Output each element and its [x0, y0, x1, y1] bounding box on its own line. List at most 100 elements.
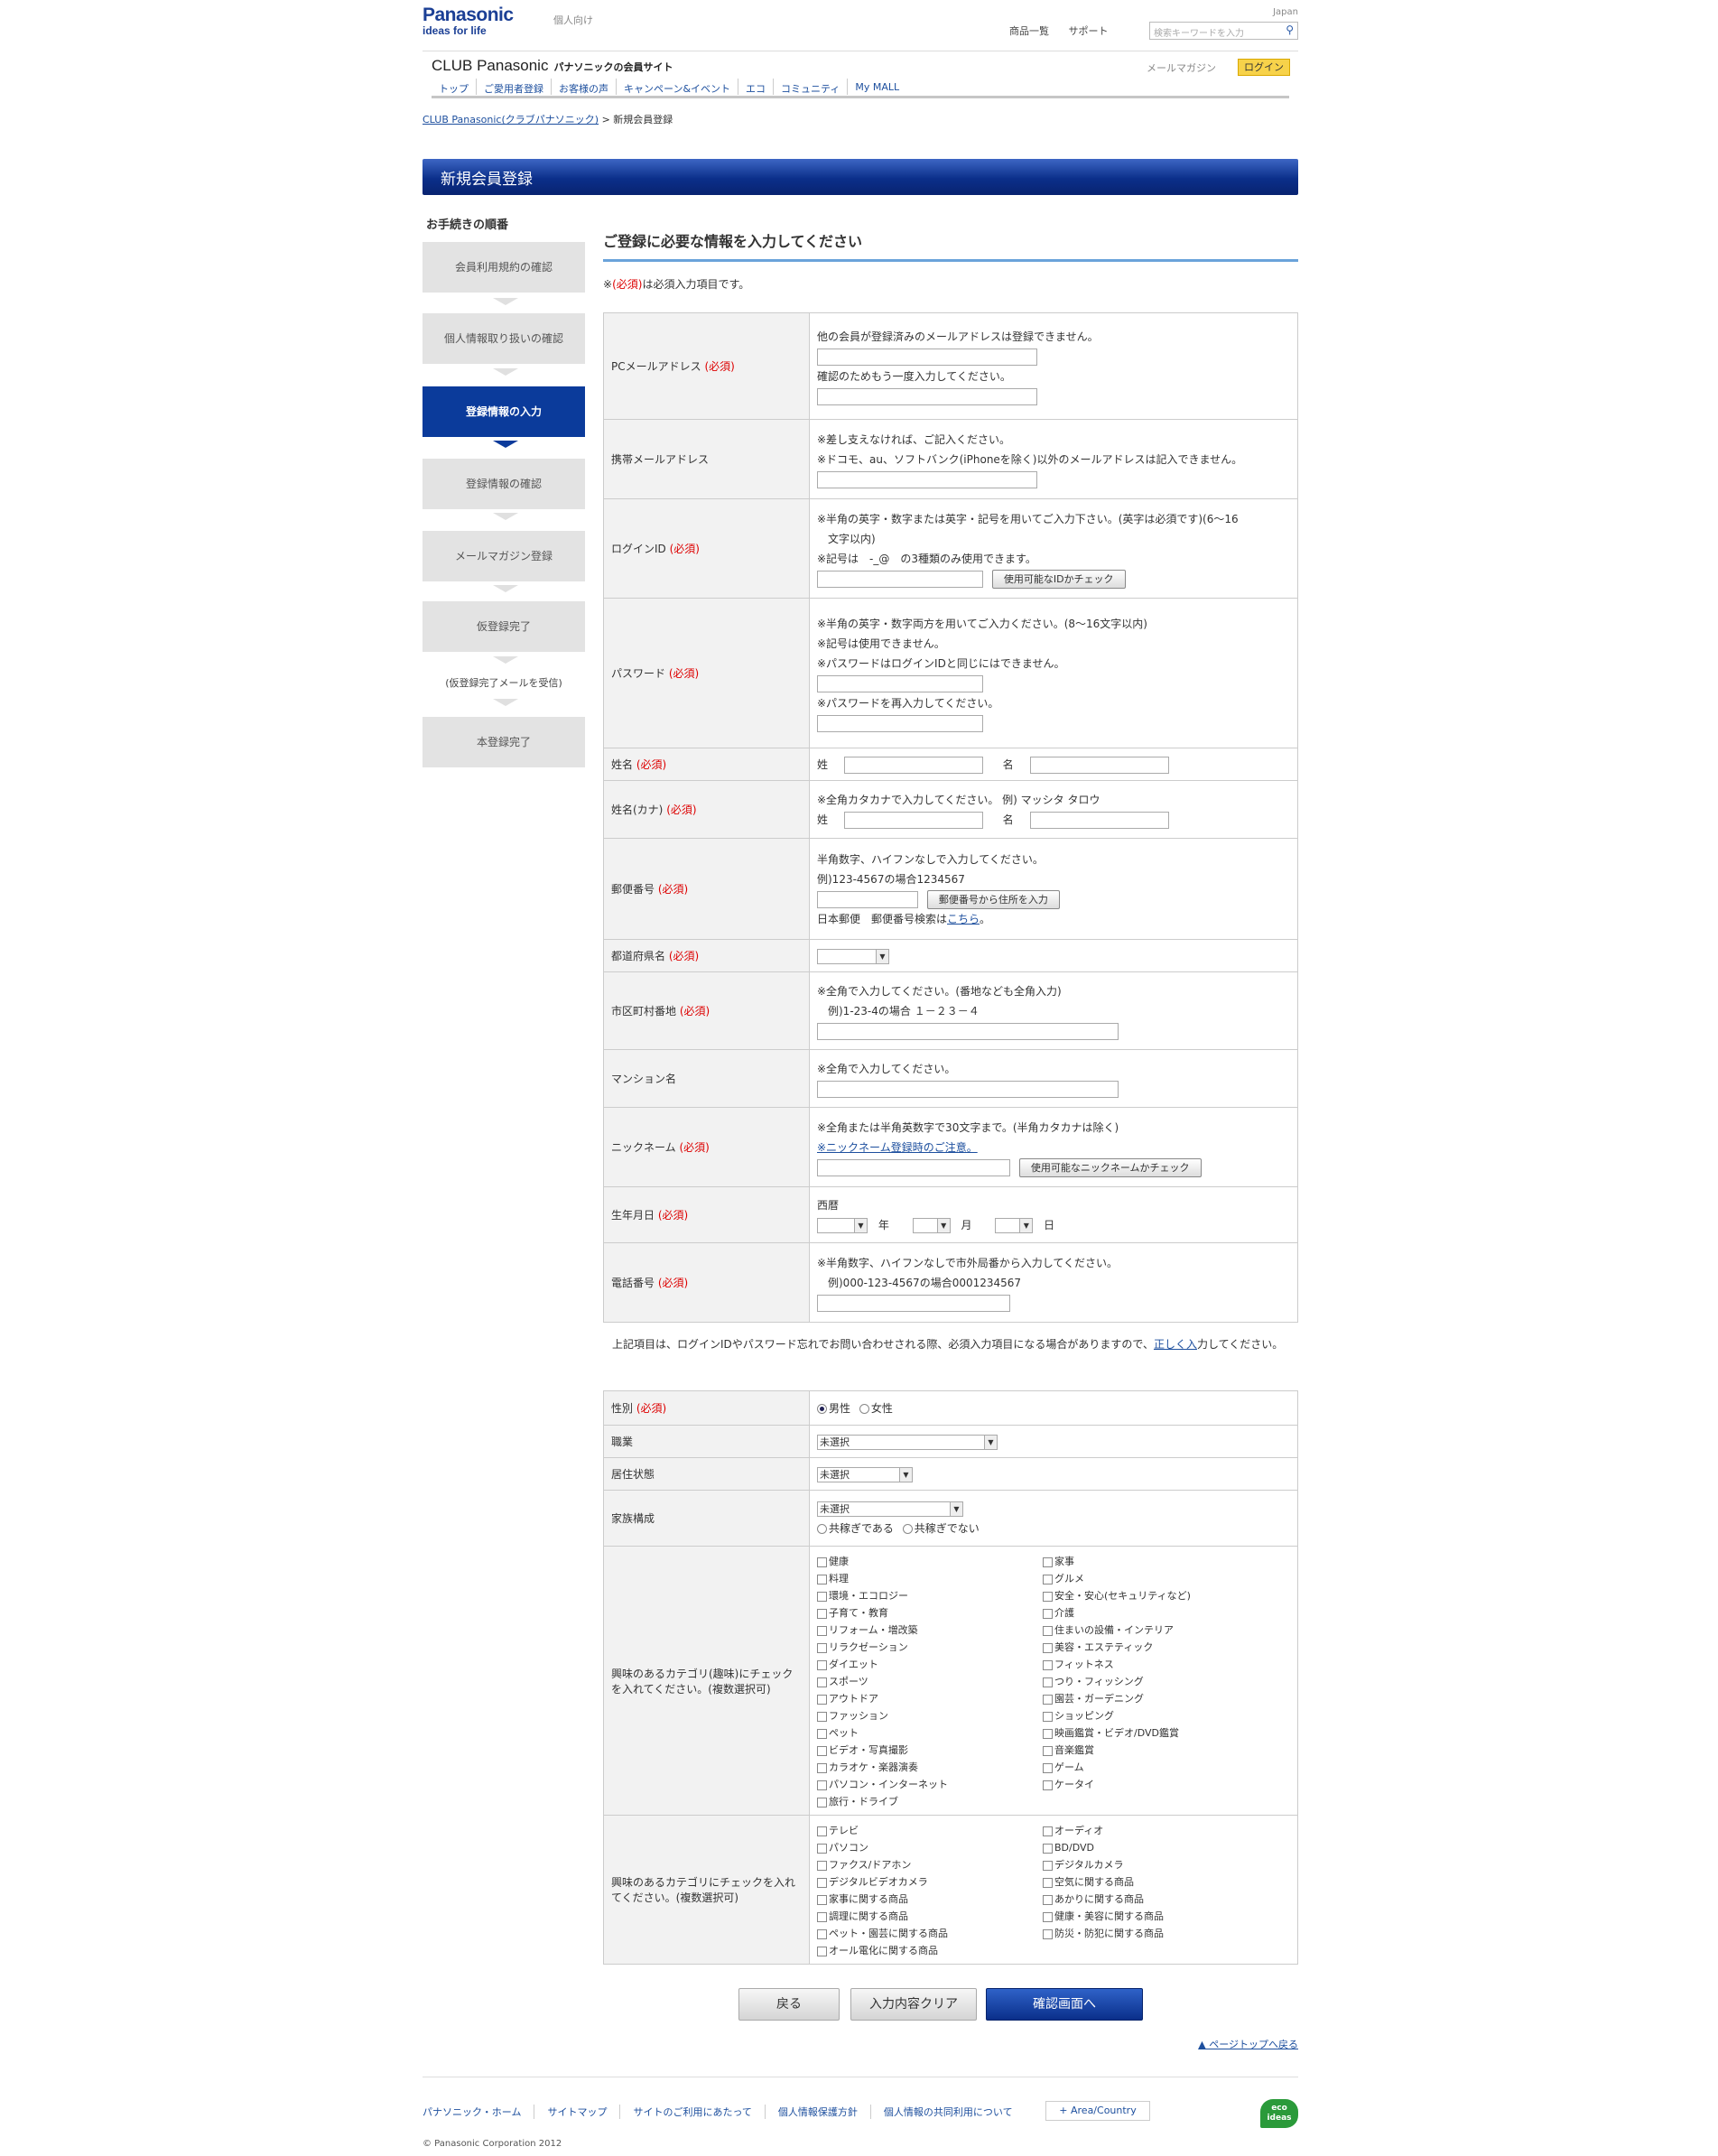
product-checkbox-item[interactable]: デジタルカメラ	[1043, 1855, 1268, 1873]
personal-link[interactable]: 個人向け	[553, 13, 593, 27]
gnav-eco[interactable]: エコ	[738, 79, 773, 95]
product-checkbox-item[interactable]: 健康・美容に関する商品	[1043, 1907, 1268, 1924]
hobby-checkbox-item[interactable]: 家事	[1043, 1552, 1268, 1569]
panasonic-logo[interactable]: Panasonic ideas for life	[423, 5, 514, 37]
loginid-input[interactable]	[817, 570, 983, 588]
hobby-checkbox[interactable]	[817, 1642, 827, 1653]
hobby-checkbox-item[interactable]: つり・フィッシング	[1043, 1672, 1268, 1689]
hobby-checkbox[interactable]	[1043, 1557, 1053, 1567]
hobby-checkbox-item[interactable]: ショッピング	[1043, 1706, 1268, 1724]
hobby-checkbox-item[interactable]: 安全・安心(セキュリティなど)	[1043, 1586, 1268, 1603]
footer-shared-use-link[interactable]: 個人情報の共同利用について	[869, 2105, 1026, 2119]
gnav-mymall[interactable]: My MALL	[847, 79, 906, 95]
nickname-input[interactable]	[817, 1158, 1010, 1176]
hobby-checkbox[interactable]	[1043, 1574, 1053, 1584]
hobby-checkbox[interactable]	[817, 1745, 827, 1756]
password-input[interactable]	[817, 674, 983, 692]
hobby-checkbox-item[interactable]: 環境・エコロジー	[817, 1586, 1043, 1603]
hobby-checkbox[interactable]	[817, 1625, 827, 1636]
clear-button[interactable]: 入力内容クリア	[850, 1988, 977, 2021]
hobby-checkbox[interactable]	[817, 1762, 827, 1773]
gnav-top[interactable]: トップ	[432, 79, 476, 95]
hobby-checkbox-item[interactable]: グルメ	[1043, 1569, 1268, 1586]
product-checkbox-item[interactable]: BD/DVD	[1043, 1838, 1268, 1855]
nickname-notice-link[interactable]: ※ニックネーム登録時のご注意。	[817, 1141, 978, 1154]
product-checkbox[interactable]	[1043, 1843, 1053, 1854]
product-checkbox[interactable]	[1043, 1894, 1053, 1905]
hobby-checkbox-item[interactable]: フィットネス	[1043, 1655, 1268, 1672]
pref-select[interactable]: ▼	[817, 948, 889, 964]
gender-male-radio[interactable]	[817, 1403, 827, 1414]
city-input[interactable]	[817, 1022, 1119, 1040]
area-country-button[interactable]: + Area/Country	[1045, 2101, 1150, 2121]
hobby-checkbox-item[interactable]: 映画鑑賞・ビデオ/DVD鑑賞	[1043, 1724, 1268, 1741]
product-checkbox-item[interactable]: パソコン	[817, 1838, 1043, 1855]
hobby-checkbox[interactable]	[1043, 1625, 1053, 1636]
support-link[interactable]: サポート	[1069, 25, 1109, 37]
hobby-checkbox-item[interactable]: 料理	[817, 1569, 1043, 1586]
hobby-checkbox-item[interactable]: カラオケ・楽器演奏	[817, 1758, 1043, 1775]
zip-search-link[interactable]: こちら	[947, 913, 980, 925]
product-checkbox-item[interactable]: ファクス/ドアホン	[817, 1855, 1043, 1873]
product-checkbox[interactable]	[817, 1860, 827, 1871]
hobby-checkbox[interactable]	[817, 1797, 827, 1808]
back-button[interactable]: 戻る	[738, 1988, 840, 2021]
product-checkbox[interactable]	[817, 1877, 827, 1888]
footer-home-link[interactable]: パナソニック・ホーム	[423, 2105, 534, 2119]
product-checkbox-item[interactable]: 防災・防犯に関する商品	[1043, 1924, 1268, 1941]
gnav-voice[interactable]: お客様の声	[551, 79, 616, 95]
hobby-checkbox-item[interactable]: パソコン・インターネット	[817, 1775, 1043, 1792]
hobby-checkbox[interactable]	[817, 1608, 827, 1619]
hobby-checkbox[interactable]	[1043, 1591, 1053, 1602]
product-checkbox[interactable]	[1043, 1928, 1053, 1939]
dual-income-yes-radio[interactable]	[817, 1523, 827, 1534]
family-select[interactable]: 未選択 ▼	[817, 1501, 963, 1517]
product-checkbox[interactable]	[1043, 1826, 1053, 1836]
product-checkbox[interactable]	[817, 1946, 827, 1956]
gnav-registration[interactable]: ご愛用者登録	[476, 79, 551, 95]
product-checkbox-item[interactable]: テレビ	[817, 1821, 1043, 1838]
hobby-checkbox-item[interactable]: アウトドア	[817, 1689, 1043, 1706]
hobby-checkbox[interactable]	[817, 1574, 827, 1584]
dual-income-no-radio[interactable]	[902, 1523, 913, 1534]
hobby-checkbox-item[interactable]: ビデオ・写真撮影	[817, 1741, 1043, 1758]
product-checkbox-item[interactable]: 空気に関する商品	[1043, 1873, 1268, 1890]
password-confirm-input[interactable]	[817, 714, 983, 732]
hobby-checkbox[interactable]	[817, 1728, 827, 1739]
product-checkbox[interactable]	[817, 1894, 827, 1905]
product-checkbox-item[interactable]: 調理に関する商品	[817, 1907, 1043, 1924]
hobby-checkbox-item[interactable]: 音楽鑑賞	[1043, 1741, 1268, 1758]
nickname-check-button[interactable]: 使用可能なニックネームかチェック	[1018, 1157, 1202, 1177]
product-checkbox-item[interactable]: オーディオ	[1043, 1821, 1268, 1838]
hobby-checkbox[interactable]	[817, 1694, 827, 1705]
hobby-checkbox-item[interactable]: リフォーム・増改築	[817, 1621, 1043, 1638]
product-checkbox[interactable]	[1043, 1877, 1053, 1888]
footer-privacy-link[interactable]: 個人情報保護方針	[764, 2105, 870, 2119]
first-name-input[interactable]	[1029, 756, 1169, 774]
hobby-checkbox[interactable]	[1043, 1608, 1053, 1619]
hobby-checkbox[interactable]	[1043, 1642, 1053, 1653]
hobby-checkbox[interactable]	[1043, 1780, 1053, 1790]
hobby-checkbox-item[interactable]: ファッション	[817, 1706, 1043, 1724]
loginid-check-button[interactable]: 使用可能なIDかチェック	[991, 569, 1126, 589]
mansion-input[interactable]	[817, 1080, 1119, 1098]
pcmail-confirm-input[interactable]	[817, 387, 1037, 405]
birth-day-select[interactable]: ▼	[995, 1217, 1034, 1233]
birth-year-select[interactable]: ▼	[817, 1217, 868, 1233]
product-checkbox[interactable]	[817, 1911, 827, 1922]
hobby-checkbox[interactable]	[1043, 1659, 1053, 1670]
job-select[interactable]: 未選択 ▼	[817, 1434, 998, 1450]
product-checkbox[interactable]	[1043, 1911, 1053, 1922]
hobby-checkbox-item[interactable]: 子育て・教育	[817, 1603, 1043, 1621]
hobby-checkbox[interactable]	[1043, 1694, 1053, 1705]
search-icon[interactable]: ⚲	[1286, 23, 1294, 36]
birth-month-select[interactable]: ▼	[912, 1217, 951, 1233]
hobby-checkbox-item[interactable]: 健康	[817, 1552, 1043, 1569]
confirm-button[interactable]: 確認画面へ	[986, 1988, 1143, 2021]
footer-sitemap-link[interactable]: サイトマップ	[534, 2105, 619, 2119]
gnav-campaign[interactable]: キャンペーン&イベント	[616, 79, 738, 95]
hobby-checkbox[interactable]	[817, 1711, 827, 1722]
last-name-input[interactable]	[843, 756, 983, 774]
mobile-mail-input[interactable]	[817, 470, 1037, 488]
last-name-kana-input[interactable]	[843, 811, 983, 829]
